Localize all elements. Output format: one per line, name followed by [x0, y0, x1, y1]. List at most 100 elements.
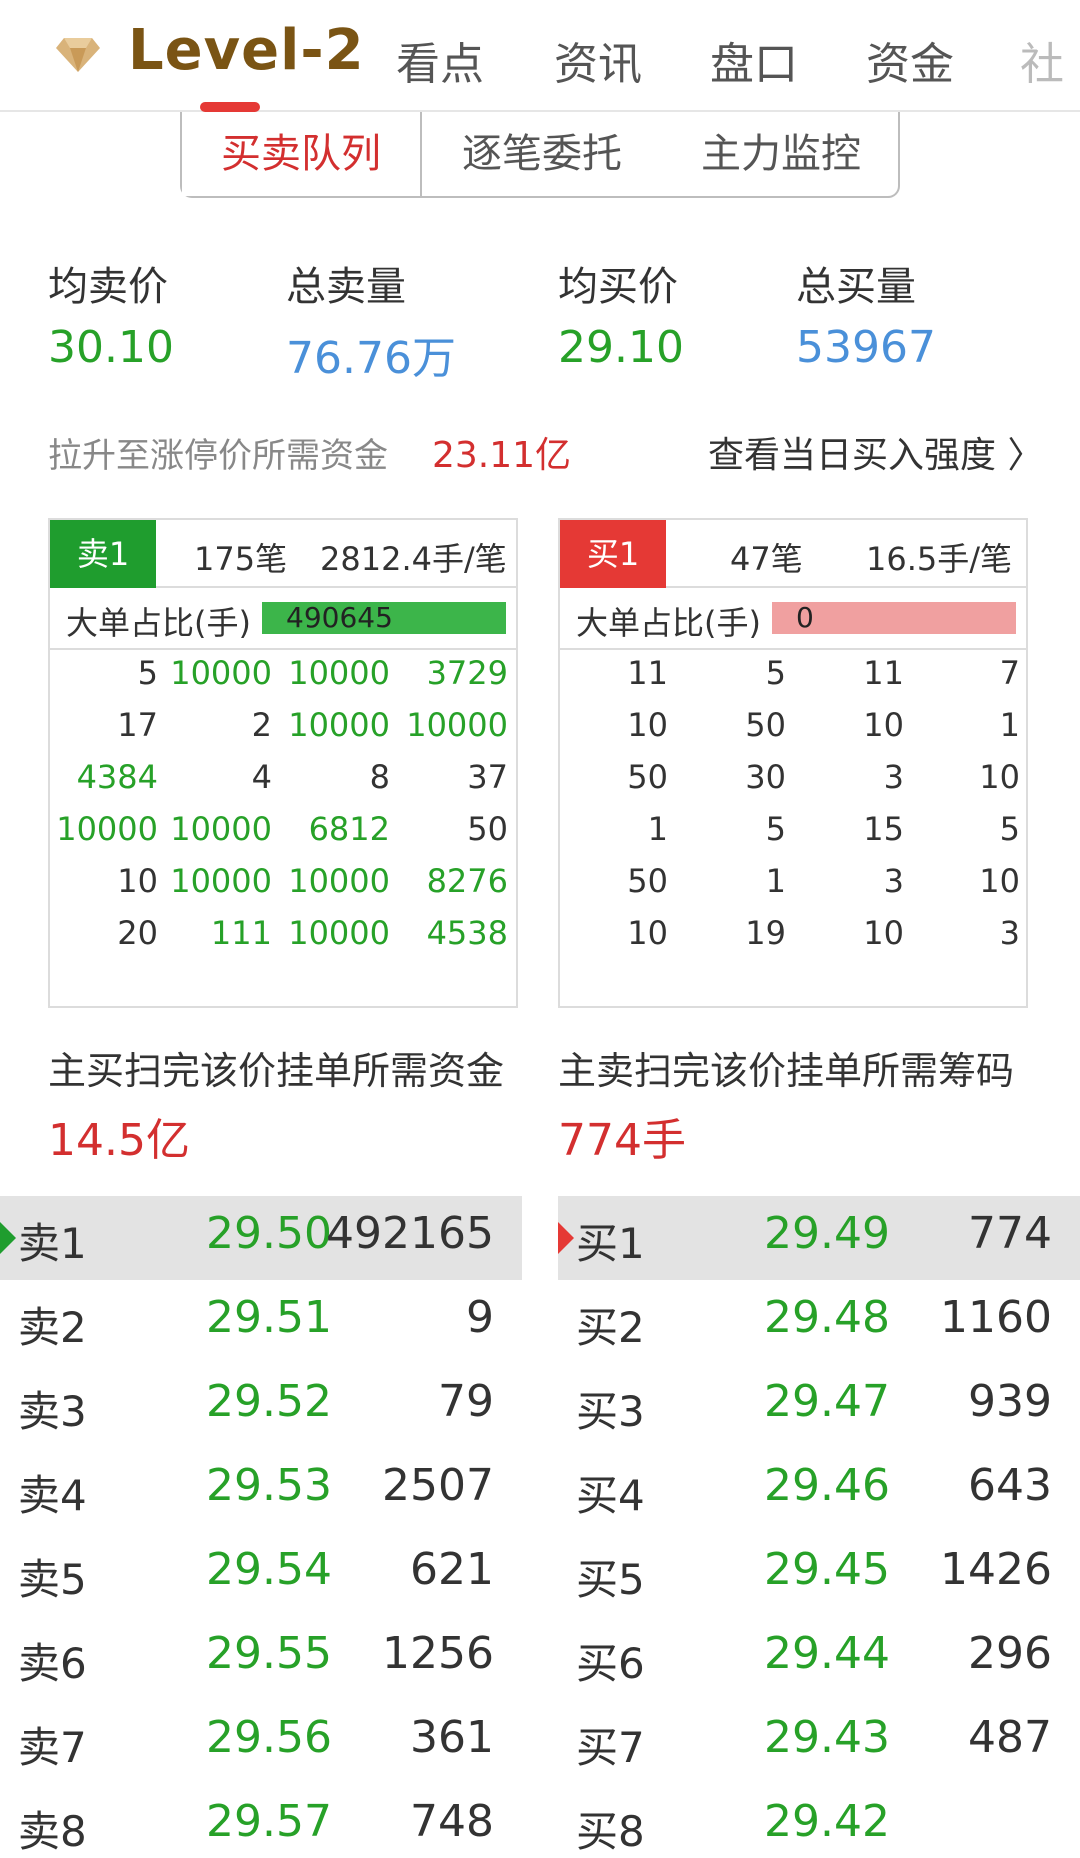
bid-row[interactable]: 买8 29.42	[558, 1784, 1080, 1858]
ask-row[interactable]: 卖4 29.53 2507	[0, 1448, 522, 1532]
buy-bigorder-bar: 0	[772, 602, 1016, 634]
ask-level-label: 卖6	[18, 1639, 87, 1688]
sell-queue-cell: 10000	[288, 706, 390, 744]
buy-queue-cell: 5	[999, 810, 1020, 848]
nav-tab-funds[interactable]: 资金	[866, 28, 954, 92]
bid-row[interactable]: 买4 29.46 643	[558, 1448, 1080, 1532]
buy-queue-cell: 11	[627, 654, 668, 692]
buy-sweep-label: 主买扫完该价挂单所需资金	[48, 1049, 505, 1093]
ask-row[interactable]: 卖5 29.54 621	[0, 1532, 522, 1616]
ask-volume: 621	[410, 1544, 494, 1595]
sell-queue-cell: 10000	[288, 914, 390, 952]
ask-row[interactable]: 卖1 29.50 492165	[0, 1196, 522, 1280]
buy-queue-cell: 3	[999, 914, 1020, 952]
bid-row[interactable]: 买5 29.45 1426	[558, 1532, 1080, 1616]
buy-queue-cell: 50	[627, 758, 668, 796]
avg-sell-label: 均卖价	[48, 264, 168, 310]
total-buy-value: 53967	[796, 322, 936, 373]
buy-panel-header: 买1 47笔 16.5手/笔	[560, 520, 1026, 588]
buy-queue-cell: 10	[979, 758, 1020, 796]
ask-level-label: 卖7	[18, 1723, 87, 1772]
subtab-group: 买卖队列 逐笔委托 主力监控	[180, 112, 900, 198]
sell-sweep-label: 主卖扫完该价挂单所需筹码	[558, 1049, 1015, 1093]
buy-order-count: 47笔	[730, 540, 803, 578]
ask-row[interactable]: 卖8 29.57 748	[0, 1784, 522, 1858]
sell-queue-panel: 卖1 175笔 2812.4手/笔 大单占比(手) 490645 5 10000…	[48, 518, 518, 1008]
bid-row[interactable]: 买6 29.44 296	[558, 1616, 1080, 1700]
bid-row[interactable]: 买3 29.47 939	[558, 1364, 1080, 1448]
sell-queue-cell: 10000	[288, 654, 390, 692]
tab-tick-orders[interactable]: 逐笔委托	[422, 112, 662, 196]
ask-level-label: 卖2	[18, 1303, 87, 1352]
bid-volume: 487	[968, 1712, 1052, 1763]
ask-volume: 2507	[382, 1460, 494, 1511]
top-nav: Level-2 看点 资讯 盘口 资金 社	[0, 0, 1080, 112]
buy-queue-cell: 1	[999, 706, 1020, 744]
ask-row[interactable]: 卖7 29.56 361	[0, 1700, 522, 1784]
ask-level-label: 卖8	[18, 1807, 87, 1856]
sell-queue-cell: 4	[251, 758, 272, 796]
lift-capital-value: 23.11亿	[432, 435, 572, 476]
bid-row[interactable]: 买2 29.48 1160	[558, 1280, 1080, 1364]
ask-volume: 361	[410, 1712, 494, 1763]
diamond-icon	[56, 38, 100, 72]
nav-tab-community[interactable]: 社	[1020, 28, 1064, 92]
sell-queue-cell: 10	[117, 862, 158, 900]
sell-queue-cell: 4538	[426, 914, 508, 952]
sell-queue-cell: 8276	[426, 862, 508, 900]
bid-volume: 939	[968, 1376, 1052, 1427]
nav-tab-highlights[interactable]: 看点	[396, 28, 484, 92]
view-buy-strength-link[interactable]: 查看当日买入强度 〉	[708, 426, 1043, 478]
sell-queue-cell: 50	[467, 810, 508, 848]
tab-queue[interactable]: 买卖队列	[182, 112, 422, 196]
sell-avg-size: 2812.4手/笔	[320, 540, 507, 578]
buy-avg-size: 16.5手/笔	[866, 540, 1013, 578]
bid-level-label: 买5	[576, 1555, 645, 1604]
bid-row[interactable]: 买7 29.43 487	[558, 1700, 1080, 1784]
sell-queue-cell: 6812	[308, 810, 390, 848]
buy1-badge: 买1	[560, 520, 666, 588]
brand-title: Level-2	[128, 18, 365, 83]
buy-bigorder-label: 大单占比(手)	[576, 604, 761, 642]
buy-queue-cell: 50	[627, 862, 668, 900]
ask-row[interactable]: 卖2 29.51 9	[0, 1280, 522, 1364]
bid-level-label: 买8	[576, 1807, 645, 1856]
sell-queue-cell: 10000	[56, 810, 158, 848]
avg-sell-value: 30.10	[48, 322, 174, 373]
nav-tab-orderbook[interactable]: 盘口	[710, 28, 798, 92]
buy-queue-cell: 1	[647, 810, 668, 848]
tab-main-monitor[interactable]: 主力监控	[662, 112, 900, 196]
ask-volume: 1256	[382, 1628, 494, 1679]
sell-queue-cell: 5	[137, 654, 158, 692]
bid-level-label: 买3	[576, 1387, 645, 1436]
nav-tab-news[interactable]: 资讯	[554, 28, 642, 92]
avg-buy-label: 均买价	[558, 264, 678, 310]
buy-sweep-value: 14.5亿	[48, 1115, 190, 1166]
bid-level-label: 买7	[576, 1723, 645, 1772]
sell-queue-cell: 10000	[406, 706, 508, 744]
sell-queue-cell: 8	[369, 758, 390, 796]
ask-row[interactable]: 卖3 29.52 79	[0, 1364, 522, 1448]
bid-row[interactable]: 买1 29.49 774	[558, 1196, 1080, 1280]
bid-volume: 774	[968, 1208, 1052, 1259]
sell-bigorder-value: 490645	[286, 601, 393, 634]
buy-queue-cell: 30	[745, 758, 786, 796]
ask-row[interactable]: 卖6 29.55 1256	[0, 1616, 522, 1700]
buy-bigorder-row: 大单占比(手) 0	[560, 588, 1026, 650]
sell1-badge: 卖1	[50, 520, 156, 588]
bid-level-label: 买2	[576, 1303, 645, 1352]
sell-order-count: 175笔	[194, 540, 288, 578]
sell-queue-cell: 10000	[288, 862, 390, 900]
bid-level-label: 买6	[576, 1639, 645, 1688]
bid-level-label: 买1	[576, 1219, 645, 1268]
buy-queue-cell: 1	[765, 862, 786, 900]
sell-queue-cell: 20	[117, 914, 158, 952]
ask-level-label: 卖1	[18, 1219, 87, 1268]
ask-level-label: 卖4	[18, 1471, 87, 1520]
sell-queue-cell: 17	[117, 706, 158, 744]
sell-bigorder-bar: 490645	[262, 602, 506, 634]
buy-queue-cell: 10	[627, 706, 668, 744]
buy-queue-cell: 7	[999, 654, 1020, 692]
buy-queue-cell: 15	[863, 810, 904, 848]
bid-volume: 296	[968, 1628, 1052, 1679]
